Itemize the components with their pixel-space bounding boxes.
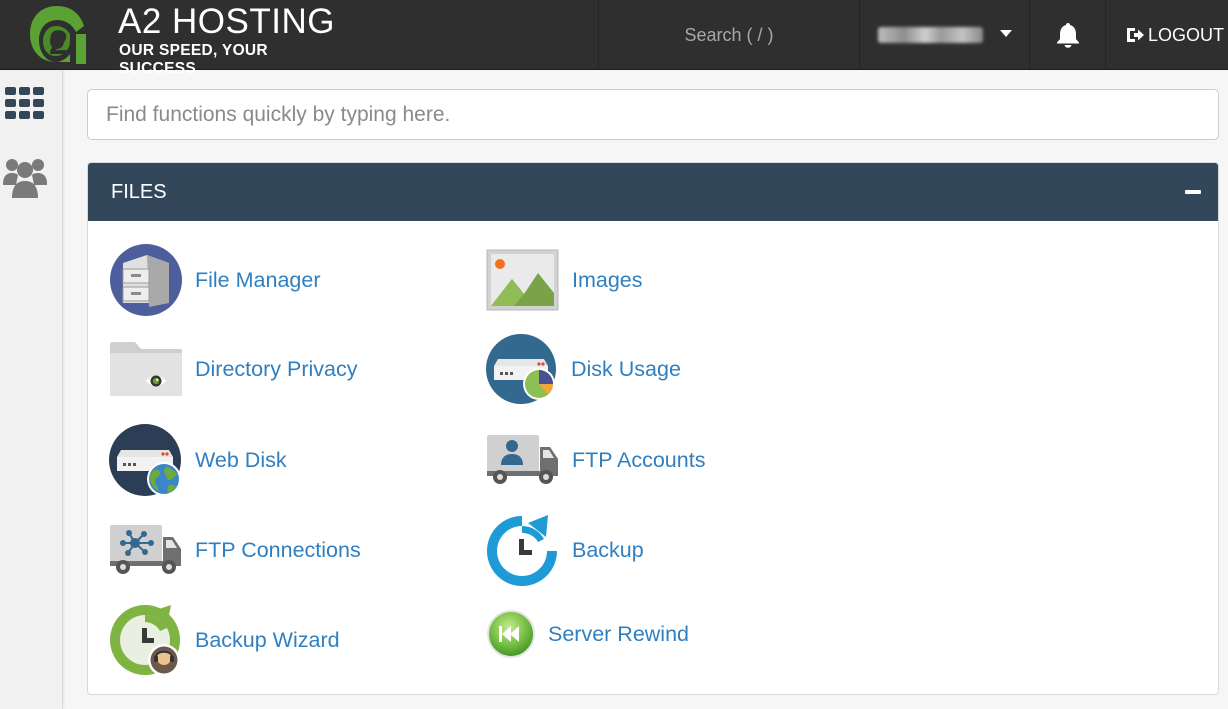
folder-eye-icon	[110, 342, 182, 396]
backup-clock-icon	[487, 515, 558, 586]
files-panel-header[interactable]: FILES	[88, 163, 1218, 221]
item-label: Server Rewind	[548, 621, 689, 646]
item-ftp-accounts[interactable]: FTP Accounts	[486, 433, 705, 487]
users-icon	[3, 159, 47, 198]
rewind-icon	[487, 610, 535, 658]
truck-network-icon	[110, 525, 181, 574]
item-label: Images	[572, 267, 643, 292]
brand-name: A2 HOSTING	[118, 2, 335, 41]
sidebar-item-tools[interactable]	[0, 78, 50, 128]
item-label: Disk Usage	[571, 356, 681, 381]
logout-icon	[1127, 28, 1144, 42]
function-search-input[interactable]	[87, 89, 1219, 140]
image-icon	[486, 249, 559, 311]
grid-icon	[5, 87, 44, 119]
top-bar: 2 A2 HOSTING OUR SPEED, YOUR SUCCESS Sea…	[0, 0, 1228, 77]
a2-hosting-logo[interactable]: 2 A2 HOSTING OUR SPEED, YOUR SUCCESS	[22, 0, 342, 77]
backup-wizard-icon	[110, 605, 180, 676]
file-cabinet-icon	[110, 244, 182, 316]
truck-user-icon	[487, 435, 558, 484]
item-label: FTP Accounts	[572, 447, 706, 472]
header-search[interactable]: Search ( / )	[598, 0, 860, 70]
item-file-manager[interactable]: File Manager	[109, 243, 320, 317]
server-globe-icon	[109, 424, 181, 496]
sidebar-item-users[interactable]	[0, 152, 50, 202]
item-label: Web Disk	[195, 447, 287, 472]
notifications-button[interactable]	[1030, 0, 1106, 70]
item-backup-wizard[interactable]: Backup Wizard	[109, 603, 340, 677]
sidebar	[0, 70, 63, 709]
brand-tagline: OUR SPEED, YOUR SUCCESS	[119, 42, 268, 77]
item-label: Backup	[572, 537, 644, 562]
item-web-disk[interactable]: Web Disk	[109, 423, 287, 497]
a2-logo-mark-icon: 2	[30, 6, 86, 64]
user-menu[interactable]	[860, 0, 1030, 70]
files-panel: FILES File Manager Images Directory Priv…	[87, 162, 1219, 695]
item-label: Backup Wizard	[195, 627, 340, 652]
chevron-down-icon	[1000, 30, 1012, 37]
item-server-rewind[interactable]: Server Rewind	[486, 609, 689, 659]
item-backup[interactable]: Backup	[486, 513, 644, 587]
username-blurred	[878, 27, 983, 43]
item-images[interactable]: Images	[486, 249, 643, 311]
item-disk-usage[interactable]: Disk Usage	[486, 333, 681, 405]
disk-pie-icon	[486, 334, 556, 404]
item-label: FTP Connections	[195, 537, 361, 562]
collapse-icon[interactable]	[1185, 190, 1201, 194]
item-label: File Manager	[195, 267, 321, 292]
bell-icon	[1056, 23, 1079, 48]
item-label: Directory Privacy	[195, 356, 358, 381]
svg-text:2: 2	[49, 24, 68, 62]
item-ftp-connections[interactable]: FTP Connections	[109, 523, 361, 577]
item-directory-privacy[interactable]: Directory Privacy	[109, 341, 357, 397]
logout-label: LOGOUT	[1148, 24, 1225, 45]
logout-button[interactable]: LOGOUT	[1107, 0, 1228, 70]
panel-title: FILES	[111, 180, 167, 203]
